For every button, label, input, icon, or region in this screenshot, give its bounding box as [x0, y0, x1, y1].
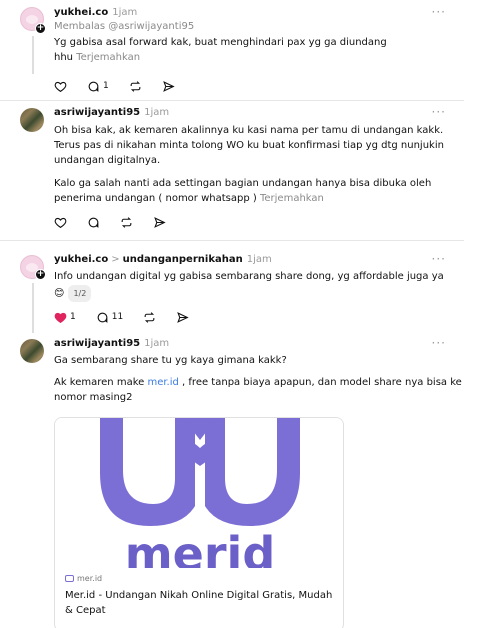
avatar-asriwijayanti[interactable] [20, 339, 44, 363]
post-username[interactable]: asriwijayanti95 [54, 107, 140, 118]
merid-logo-icon: merid [100, 418, 300, 568]
heart-icon [54, 81, 67, 92]
share-button[interactable] [162, 80, 175, 93]
repost-icon [144, 311, 155, 323]
comment-button[interactable]: 1 [87, 80, 109, 93]
post-text-line: Yg gabisa asal forward kak, buat menghin… [54, 37, 387, 48]
repost-button[interactable] [120, 216, 133, 229]
share-button[interactable] [153, 216, 166, 229]
post-divider [0, 240, 464, 241]
share-icon [162, 80, 175, 92]
comment-icon [88, 217, 99, 228]
post-time: 1jam [246, 254, 272, 265]
post-text-line: Kalo ga salah nanti ada settingan bagian… [54, 178, 432, 189]
post-username[interactable]: yukhei.co [54, 7, 108, 18]
comment-icon [88, 81, 99, 92]
heart-icon [54, 217, 67, 228]
thread-line [32, 283, 34, 333]
follow-plus-icon[interactable]: + [35, 269, 46, 280]
link-title-line: Mer.id - Undangan Nikah Online Digital G… [65, 590, 333, 601]
chevron-right-icon: > [111, 254, 120, 265]
share-icon [177, 311, 189, 323]
post-text-line: Terus pas di nikahan minta tolong WO ku … [54, 140, 444, 151]
translate-link[interactable]: Terjemahkan [76, 52, 140, 63]
post-text-fragment: , free tanpa biaya apapun, dan model sha… [178, 377, 462, 388]
more-icon[interactable]: ··· [432, 253, 446, 265]
translate-link[interactable]: Terjemahkan [260, 193, 324, 204]
post-time: 1jam [144, 107, 170, 118]
post-time: 1jam [144, 338, 170, 349]
post-text-line: penerima undangan ( nomor whatsapp ) [54, 193, 257, 204]
logo-text: merid [125, 527, 276, 568]
post-link[interactable]: mer.id [147, 377, 178, 388]
like-count: 1 [70, 312, 76, 322]
share-button[interactable] [176, 311, 189, 324]
post-text-line: hhu [54, 52, 74, 63]
post-text-line: nomor masing2 [54, 392, 133, 403]
more-icon[interactable]: ··· [432, 106, 446, 118]
like-button[interactable] [54, 216, 67, 229]
link-domain: mer.id [77, 574, 103, 583]
post-username[interactable]: yukhei.co [54, 254, 108, 265]
smile-emoji-icon: 😊 [54, 288, 65, 299]
post-text-fragment: Ak kemaren make [54, 377, 148, 388]
link-preview-image: merid [55, 418, 343, 568]
like-button[interactable]: 1 [54, 311, 76, 324]
reply-count: 1 [103, 81, 109, 91]
repost-button[interactable] [129, 80, 142, 93]
more-icon[interactable]: ··· [432, 337, 446, 349]
comment-button[interactable] [87, 216, 100, 229]
post-username[interactable]: asriwijayanti95 [54, 338, 140, 349]
post-text-line: undangan digitalnya. [54, 155, 161, 166]
like-button[interactable] [54, 80, 67, 93]
repost-button[interactable] [143, 311, 156, 324]
link-preview-card[interactable]: merid mer.id Mer.id - Undangan Nikah Onl… [54, 417, 344, 628]
more-icon[interactable]: ··· [432, 6, 446, 18]
avatar-asriwijayanti[interactable] [20, 108, 44, 132]
repost-icon [130, 80, 141, 92]
link-title-line: & Cepat [65, 605, 106, 616]
repost-icon [121, 216, 132, 228]
thread-line [32, 36, 34, 74]
post-text-line: Oh bisa kak, ak kemaren akalinnya ku kas… [54, 125, 444, 136]
comment-icon [97, 312, 108, 323]
site-favicon-icon [65, 575, 74, 582]
follow-plus-icon[interactable]: + [35, 23, 46, 34]
reply-to-label: Membalas @asriwijayanti95 [54, 21, 195, 32]
share-icon [154, 216, 166, 228]
post-time: 1jam [112, 7, 138, 18]
heart-filled-icon [54, 312, 67, 323]
comment-button[interactable]: 11 [96, 311, 123, 324]
post-divider [0, 100, 464, 101]
page-indicator-badge[interactable]: 1/2 [68, 285, 92, 302]
post-text-line: Info undangan digital yg gabisa sembaran… [54, 271, 444, 282]
topic-tag[interactable]: undanganpernikahan [123, 254, 243, 265]
post-text-line: Ga sembarang share tu yg kaya gimana kak… [54, 355, 287, 366]
reply-count: 11 [111, 312, 124, 322]
